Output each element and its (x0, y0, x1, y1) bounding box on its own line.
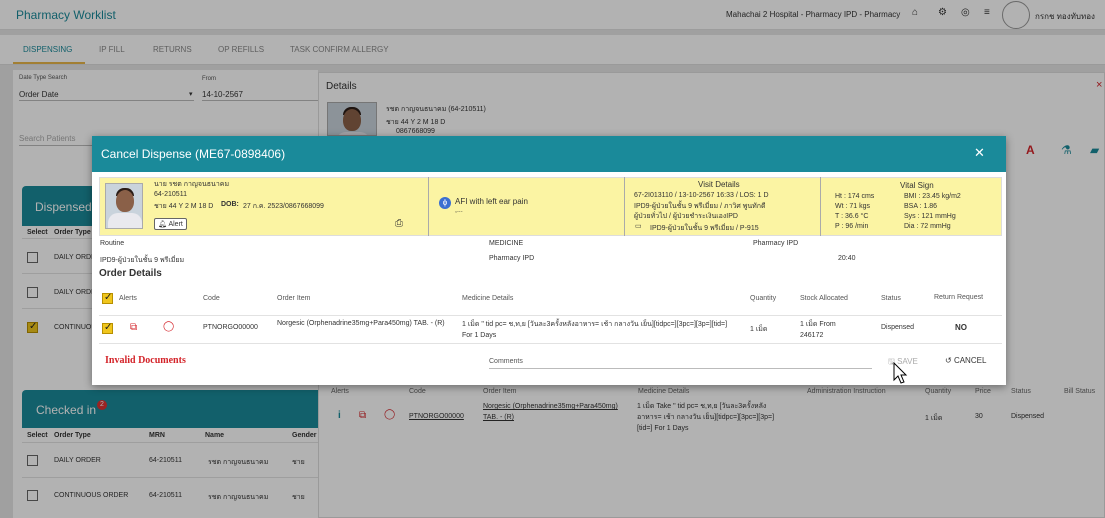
modal-title: Cancel Dispense (ME67-0898406) (101, 147, 286, 161)
routine-label: Routine (100, 240, 125, 247)
diagnosis: AFI with left ear pain (455, 197, 528, 206)
quantity-cell: 1 เม็ด (750, 326, 768, 333)
col-stock-allocated: Stock Allocated (800, 295, 848, 302)
undo-icon: ↺ (945, 356, 952, 365)
divider (820, 177, 821, 236)
order-details-title: Order Details (99, 268, 162, 279)
dob-label: DOB: (221, 201, 239, 208)
copy-icon[interactable]: ⧉ (130, 322, 137, 333)
comment-icon[interactable]: ◯ (163, 321, 174, 332)
col-quantity: Quantity (750, 295, 777, 302)
bell-icon: 🔔︎ (158, 221, 167, 228)
col-medicine-details: Medicine Details (462, 295, 514, 302)
vital-bmi: BMI : 23.45 kg/m2 (904, 193, 961, 200)
row-checkbox-checked[interactable] (102, 322, 113, 334)
print-icon[interactable]: ⎙ (395, 218, 403, 229)
modal-header: Cancel Dispense (ME67-0898406) ✕ (92, 136, 1006, 172)
alert-button[interactable]: 🔔︎ Alert (154, 218, 187, 230)
alert-label: Alert (168, 221, 183, 228)
vital-t: T : 36.6 °C (835, 213, 869, 220)
select-all-checkbox[interactable] (102, 292, 113, 304)
col-code: Code (203, 295, 220, 302)
vital-sign-title: Vital Sign (900, 181, 934, 190)
visit-line-3: ผู้ป่วยทั่วไป / ผู้ป่วยชำระเงินเองIPD (634, 213, 738, 220)
patient-mrn: 64-210511 (154, 191, 187, 198)
vital-p: P : 96 /min (835, 223, 869, 230)
divider (624, 177, 625, 236)
col-status: Status (881, 295, 901, 302)
patient-name: นาย รชต กาญจนธนาคม (154, 181, 230, 188)
bed-icon: ▭ (635, 223, 642, 230)
order-item-cell: Norgesic (Orphenadrine35mg+Para450mg) TA… (277, 320, 445, 327)
col-alerts: Alerts (119, 295, 137, 302)
code-cell: PTNORGO00000 (203, 324, 258, 331)
divider (428, 177, 429, 236)
col-return-request: Return Request (934, 294, 984, 301)
visit-details-title: Visit Details (698, 180, 740, 189)
col-order-item: Order Item (277, 295, 311, 302)
comments-underline (489, 368, 872, 369)
mouse-cursor-icon (893, 362, 908, 384)
close-icon[interactable]: ✕ (974, 145, 985, 161)
info-icon[interactable]: ϕ (439, 197, 451, 209)
diagnosis-more[interactable]: ,... (455, 207, 463, 214)
cancel-dispense-modal: Cancel Dispense (ME67-0898406) ✕ นาย รชต… (92, 136, 1006, 385)
vital-bsa: BSA : 1.86 (904, 203, 938, 210)
dob-value: 27 ก.ค. 2523/0867668099 (243, 203, 324, 210)
visit-line-4: IPD9-ผู้ป่วยในชั้น 9 พรีเมี่ยม / P-915 (650, 225, 759, 232)
pharmacy-label-2: Pharmacy IPD (489, 255, 535, 262)
medicine-label: MEDICINE (489, 240, 524, 247)
divider (99, 343, 1002, 344)
cancel-label: CANCEL (953, 356, 987, 365)
stock-allocated-cell: 1 เม็ด From 246172 (800, 321, 836, 339)
invalid-documents-label[interactable]: Invalid Documents (105, 355, 186, 366)
vital-ht: Ht : 174 cms (835, 193, 875, 200)
cancel-button[interactable]: ↺ CANCEL (945, 356, 986, 365)
time-label: 20:40 (838, 255, 856, 262)
vital-sys: Sys : 121 mmHg (904, 213, 956, 220)
visit-line-1: 67-2I013110 / 13-10-2567 16:33 / LOS: 1 … (634, 192, 769, 199)
patient-photo (105, 183, 143, 229)
pharmacy-label: Pharmacy IPD (753, 240, 799, 247)
return-request-cell: NO (955, 323, 967, 332)
divider (99, 315, 1002, 316)
vital-dia: Dia : 72 mmHg (904, 223, 951, 230)
patient-age: ชาย 44 Y 2 M 18 D (154, 203, 214, 210)
medicine-details-cell: 1 เม็ด " tid pc= ช,ท,ย [วันละ3ครั้งหลังอ… (462, 321, 728, 339)
status-cell: Dispensed (881, 324, 915, 331)
vital-wt: Wt : 71 kgs (835, 203, 871, 210)
ward-label: IPD9-ผู้ป่วยในชั้น 9 พรีเมี่ยม (100, 257, 185, 264)
comments-input[interactable]: Comments (489, 358, 523, 365)
